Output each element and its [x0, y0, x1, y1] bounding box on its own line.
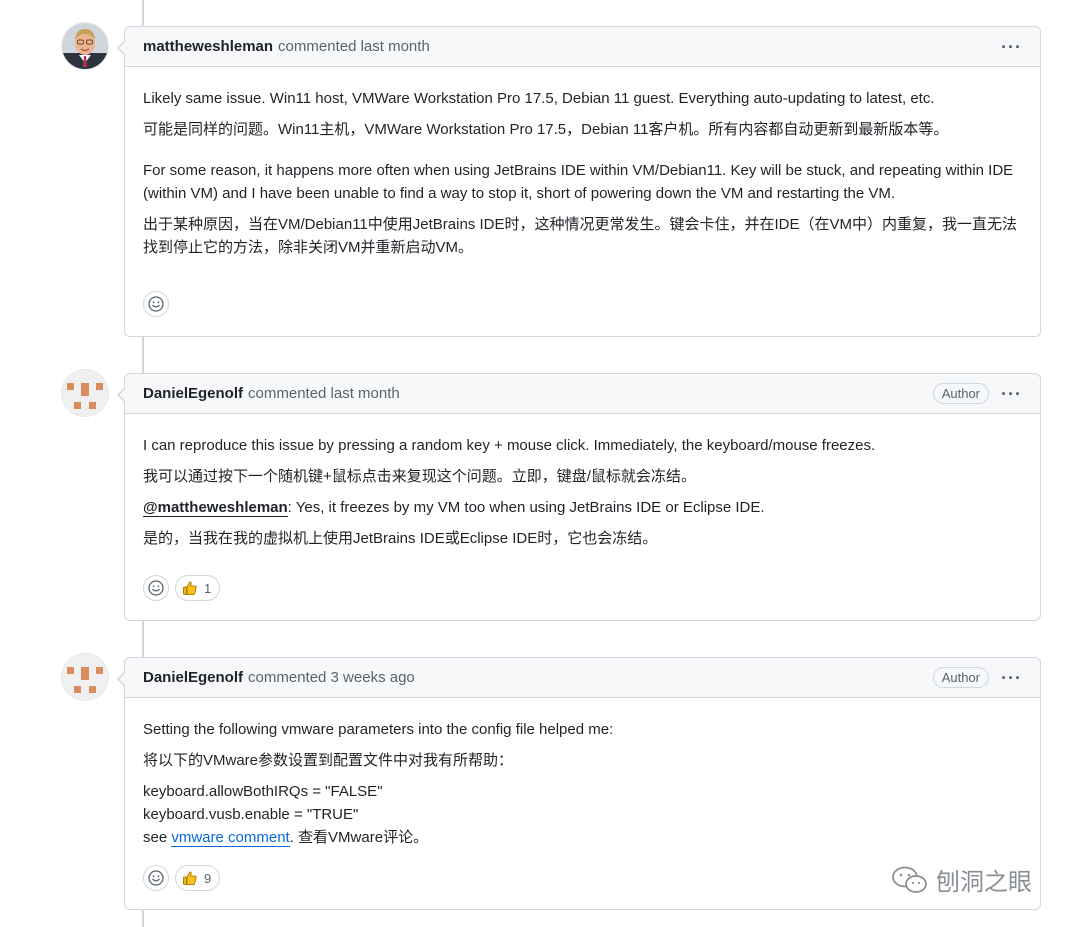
comment-body: Likely same issue. Win11 host, VMWare Wo… — [125, 67, 1040, 259]
author-name[interactable]: DanielEgenolf — [143, 669, 243, 686]
identicon — [62, 370, 108, 416]
author-badge: Author — [932, 667, 990, 688]
comment-text: 是的，当我在我的虚拟机上使用JetBrains IDE或Eclipse IDE时… — [143, 530, 658, 547]
comment-text: 将以下的VMware参数设置到配置文件中对我有所帮助： — [143, 752, 514, 769]
smiley-icon — [148, 870, 164, 886]
author-name[interactable]: mattheweshleman — [143, 38, 273, 55]
comment-text: I can reproduce this issue by pressing a… — [143, 437, 876, 454]
thumbs-up-icon — [183, 871, 197, 885]
comment-text: Likely same issue. Win11 host, VMWare Wo… — [143, 90, 935, 107]
avatar-danielegenolf[interactable] — [62, 654, 108, 700]
comment-text: 可能是同样的问题。Win11主机，VMWare Workstation Pro … — [143, 121, 949, 138]
comment-text: see vmware comment. 查看VMware评论。 — [143, 826, 1022, 849]
comment-2: DanielEgenolf commented last month Autho… — [117, 373, 1041, 621]
comment-text: For some reason, it happens more often w… — [143, 162, 1014, 202]
comment-timestamp[interactable]: commented last month — [248, 385, 400, 402]
config-line: keyboard.vusb.enable = "TRUE" — [143, 806, 359, 823]
identicon — [62, 654, 108, 700]
author-name[interactable]: DanielEgenolf — [143, 385, 243, 402]
comment-text-span: see — [143, 829, 172, 846]
user-mention-link[interactable]: @mattheweshleman — [143, 499, 288, 517]
thumbs-up-reaction-button[interactable]: 9 — [175, 865, 221, 891]
comment-header: DanielEgenolf commented 3 weeks ago Auth… — [125, 658, 1040, 698]
avatar-mattheweshleman[interactable] — [62, 23, 108, 69]
author-badge: Author — [932, 383, 990, 404]
thumbs-up-reaction-button[interactable]: 1 — [175, 575, 221, 601]
comment-body: Setting the following vmware parameters … — [125, 698, 1040, 849]
reactions-bar: 1 — [143, 575, 221, 601]
add-reaction-button[interactable] — [143, 291, 169, 317]
kebab-horizontal-icon[interactable]: ··· — [1001, 385, 1022, 403]
avatar-photo — [62, 23, 108, 69]
thumbs-up-icon — [183, 581, 197, 595]
comment-text-span: . 查看VMware评论。 — [289, 829, 429, 846]
add-reaction-button[interactable] — [143, 575, 169, 601]
comment-header: mattheweshleman commented last month ··· — [125, 27, 1040, 67]
comment-1: mattheweshleman commented last month ···… — [117, 26, 1041, 337]
comment-body: I can reproduce this issue by pressing a… — [125, 414, 1040, 550]
reaction-count: 1 — [204, 580, 212, 596]
smiley-icon — [148, 296, 164, 312]
watermark-text: 刨洞之眼 — [936, 869, 1032, 896]
vmware-comment-link[interactable]: vmware comment — [171, 829, 290, 847]
comment-text: Setting the following vmware parameters … — [143, 721, 614, 738]
comment-timestamp[interactable]: commented last month — [278, 38, 430, 55]
comment-timestamp[interactable]: commented 3 weeks ago — [248, 669, 415, 686]
comment-text-span: : Yes, it freezes by my VM too when usin… — [287, 499, 765, 516]
watermark: 刨洞之眼 — [890, 862, 1032, 897]
reaction-count: 9 — [204, 870, 212, 886]
comment-text: @mattheweshleman: Yes, it freezes by my … — [143, 496, 1022, 519]
comment-header: DanielEgenolf commented last month Autho… — [125, 374, 1040, 414]
comment-text: 出于某种原因，当在VM/Debian11中使用JetBrains IDE时，这种… — [143, 216, 1017, 256]
reactions-bar: 9 — [143, 865, 221, 891]
reactions-bar — [143, 291, 169, 317]
avatar-danielegenolf[interactable] — [62, 370, 108, 416]
kebab-horizontal-icon[interactable]: ··· — [1001, 38, 1022, 56]
add-reaction-button[interactable] — [143, 865, 169, 891]
wechat-icon — [892, 866, 927, 893]
smiley-icon — [148, 580, 164, 596]
kebab-horizontal-icon[interactable]: ··· — [1001, 669, 1022, 687]
comment-text: 我可以通过按下一个随机键+鼠标点击来复现这个问题。立即，键盘/鼠标就会冻结。 — [143, 468, 696, 485]
config-line: keyboard.allowBothIRQs = "FALSE" — [143, 783, 383, 800]
